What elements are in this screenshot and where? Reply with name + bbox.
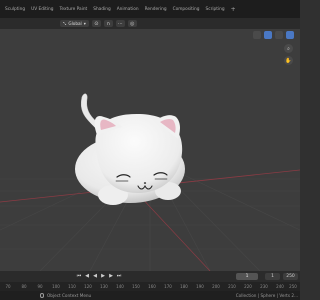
keyframe-prev-button[interactable]: ◀	[84, 273, 90, 279]
play-reverse-icon: ◀	[93, 273, 97, 279]
jump-start-icon: ⏮	[76, 273, 82, 279]
ruler-tick: 150	[132, 284, 140, 289]
magnet-icon: ∩	[106, 20, 111, 27]
status-stats: Collection | Sphere | Verts 2...	[235, 293, 298, 298]
ruler-tick: 70	[5, 284, 11, 289]
navigation-gizmo: ⌕ ✋	[276, 44, 296, 94]
tab-scripting[interactable]: Scripting	[206, 7, 225, 12]
start-frame-field[interactable]: 1	[265, 273, 280, 280]
pan-button[interactable]: ✋	[284, 56, 293, 65]
pan-icon: ✋	[285, 57, 292, 64]
ruler-tick: 80	[21, 284, 27, 289]
timeline-ruler[interactable]: 70 80 90 100 110 120 130 140 150 160 170…	[0, 282, 300, 291]
keyframe-next-button[interactable]: ▶	[108, 273, 114, 279]
orientation-icon: ⤡	[63, 21, 67, 26]
play-reverse-button[interactable]: ◀	[92, 273, 98, 279]
snap-target-button[interactable]: ⋯	[115, 20, 125, 27]
overlay-toggle[interactable]	[264, 31, 272, 39]
ruler-tick: 240	[276, 284, 284, 289]
xray-toggle[interactable]	[275, 31, 283, 39]
ruler-tick: 130	[100, 284, 108, 289]
play-icon: ▶	[101, 273, 105, 279]
mouse-icon	[40, 293, 44, 298]
end-frame-field[interactable]: 250	[283, 273, 298, 280]
ruler-tick: 230	[260, 284, 268, 289]
zoom-button[interactable]: ⌕	[284, 44, 293, 53]
tab-shading[interactable]: Shading	[93, 7, 110, 12]
status-hint: Object Context Menu	[47, 293, 92, 298]
shading-solid-button[interactable]	[286, 31, 294, 39]
ruler-tick: 100	[52, 284, 60, 289]
snap-button[interactable]: ∩	[103, 20, 113, 27]
play-button[interactable]: ▶	[100, 273, 106, 279]
tab-compositing[interactable]: Compositing	[173, 7, 200, 12]
tab-sculpting[interactable]: Sculpting	[5, 7, 25, 12]
tab-animation[interactable]: Animation	[117, 7, 139, 12]
keyframe-prev-icon: ◀	[85, 273, 89, 279]
proportional-edit-button[interactable]: ◎	[127, 20, 137, 27]
y-axis-line	[137, 193, 211, 271]
viewport-overlays	[253, 31, 294, 39]
pivot-point-button[interactable]: ⊙	[91, 20, 101, 27]
ruler-tick: 180	[180, 284, 188, 289]
ruler-tick: 210	[228, 284, 236, 289]
timeline-header: ⏮ ◀ ◀ ▶ ▶ ⏭ 1 1 250	[0, 271, 300, 282]
ruler-tick: 120	[84, 284, 92, 289]
tab-rendering[interactable]: Rendering	[145, 7, 167, 12]
zoom-icon: ⌕	[287, 45, 290, 52]
pivot-icon: ⊙	[94, 20, 99, 27]
ruler-tick: 90	[37, 284, 43, 289]
proportional-icon: ◎	[130, 20, 135, 27]
workspace-tabs: Sculpting UV Editing Texture Paint Shadi…	[0, 0, 300, 18]
ruler-tick: 140	[116, 284, 124, 289]
jump-end-button[interactable]: ⏭	[116, 273, 122, 279]
current-frame-field[interactable]: 1	[236, 273, 258, 280]
gizmo-toggle[interactable]	[253, 31, 261, 39]
tab-texture-paint[interactable]: Texture Paint	[60, 7, 88, 12]
ruler-tick: 160	[148, 284, 156, 289]
ruler-tick: 170	[164, 284, 172, 289]
ruler-tick: 110	[68, 284, 76, 289]
ruler-tick: 220	[244, 284, 252, 289]
cat-nose	[143, 182, 147, 184]
cat-model[interactable]	[75, 93, 185, 205]
status-bar: Object Context Menu Collection | Sphere …	[0, 291, 300, 300]
jump-start-button[interactable]: ⏮	[76, 273, 82, 279]
chevron-down-icon: ▾	[83, 21, 86, 26]
transform-orientation-dropdown[interactable]: ⤡ Global ▾	[60, 20, 89, 27]
ruler-tick: 190	[196, 284, 204, 289]
jump-end-icon: ⏭	[116, 273, 122, 279]
snap-target-icon: ⋯	[117, 20, 123, 27]
ruler-tick: 250	[289, 284, 297, 289]
orientation-label: Global	[68, 21, 82, 26]
tab-uv-editing[interactable]: UV Editing	[31, 7, 53, 12]
viewport-header: ⤡ Global ▾ ⊙ ∩ ⋯ ◎	[0, 18, 300, 29]
ruler-tick: 200	[212, 284, 220, 289]
add-workspace-button[interactable]: +	[231, 6, 236, 13]
3d-viewport[interactable]	[0, 29, 300, 271]
keyframe-next-icon: ▶	[109, 273, 113, 279]
viewport-scene	[0, 93, 300, 271]
